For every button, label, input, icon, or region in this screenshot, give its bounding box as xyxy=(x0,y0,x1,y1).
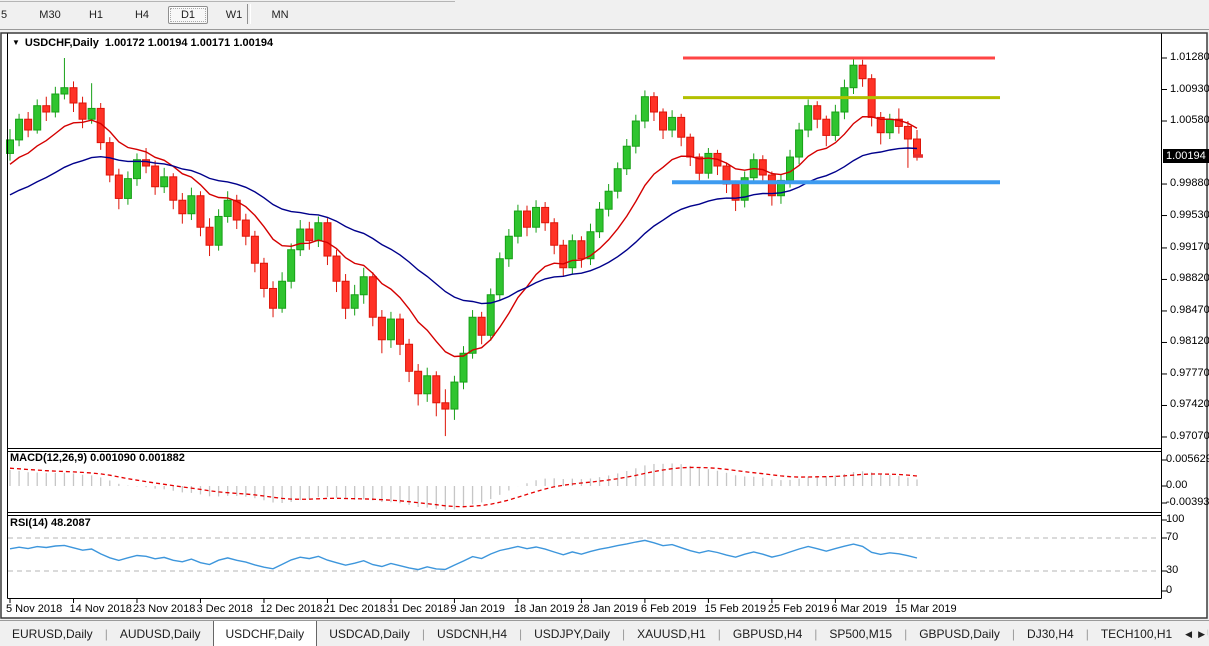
mt4-window: 5M30H1H4D1W1MN ▼USDCHF,Daily1.00172 1.00… xyxy=(0,0,1209,646)
macd-axis-label: 0.00 xyxy=(1166,479,1187,491)
rsi-pane-label: RSI(14) 48.2087 xyxy=(10,517,91,529)
tab-scroll-right-icon[interactable]: ▶ xyxy=(1198,629,1205,640)
chart-tab-eurusd-daily[interactable]: EURUSD,Daily xyxy=(0,621,105,646)
chart-tab-sp500-m15[interactable]: SP500,M15 xyxy=(817,621,904,646)
date-axis-label: 6 Feb 2019 xyxy=(641,603,697,615)
price-axis-label: 0.97420 xyxy=(1170,398,1209,410)
chart-tab-bar: EURUSD,Daily|AUDUSD,DailyUSDCHF,DailyUSD… xyxy=(0,620,1209,646)
date-axis-label: 18 Jan 2019 xyxy=(514,603,575,615)
date-axis-label: 3 Dec 2018 xyxy=(196,603,252,615)
chart-tab-tech100-h1[interactable]: TECH100,H1 xyxy=(1089,621,1184,646)
tab-scroll-left-icon[interactable]: ◀ xyxy=(1185,629,1192,640)
date-axis-label: 21 Dec 2018 xyxy=(323,603,385,615)
date-axis-label: 12 Dec 2018 xyxy=(260,603,322,615)
chart-tab-gbpusd-h4[interactable]: GBPUSD,H4 xyxy=(721,621,814,646)
rsi-axis-label: 100 xyxy=(1166,513,1184,525)
price-axis-label: 0.97070 xyxy=(1170,430,1209,442)
rsi-axis-label: 70 xyxy=(1166,531,1178,543)
macd-pane-label: MACD(12,26,9) 0.001090 0.001882 xyxy=(10,452,185,464)
chart-tab-usdcad-daily[interactable]: USDCAD,Daily xyxy=(317,621,422,646)
date-axis-label: 28 Jan 2019 xyxy=(577,603,638,615)
price-axis-label: 0.98470 xyxy=(1170,304,1209,316)
chart-title: ▼ USDCHF,Daily 1.00172 1.00194 1.00171 1.0… xyxy=(12,37,273,49)
price-axis-label: 0.98120 xyxy=(1170,335,1209,347)
chart-tab-xauusd-h1[interactable]: XAUUSD,H1 xyxy=(625,621,718,646)
date-axis-label: 14 Nov 2018 xyxy=(69,603,131,615)
price-axis-label: 0.99880 xyxy=(1170,177,1209,189)
chart-title-symbol: USDCHF,Daily xyxy=(25,37,99,49)
chart-title-quote: 1.00172 1.00194 1.00171 1.00194 xyxy=(105,37,273,49)
price-axis-label: 0.97770 xyxy=(1170,367,1209,379)
date-axis-label: 9 Jan 2019 xyxy=(450,603,504,615)
chart-tab-gbpusd-daily[interactable]: GBPUSD,Daily xyxy=(907,621,1012,646)
price-axis-label: 0.99170 xyxy=(1170,241,1209,253)
date-axis-label: 25 Feb 2019 xyxy=(768,603,830,615)
price-axis-label: 1.00930 xyxy=(1170,83,1209,95)
chart-tab-dj30-h4[interactable]: DJ30,H4 xyxy=(1015,621,1086,646)
current-price-box: 1.00194 xyxy=(1163,149,1209,163)
rsi-axis-label: 0 xyxy=(1166,584,1172,596)
price-axis-label: 1.01280 xyxy=(1170,51,1209,63)
chart-canvas[interactable] xyxy=(0,0,1209,646)
chart-tab-usdjpy-daily[interactable]: USDJPY,Daily xyxy=(522,621,622,646)
rsi-axis-label: 30 xyxy=(1166,564,1178,576)
macd-axis-label: -0.003933 xyxy=(1166,496,1209,508)
rsi-indicator-name: RSI(14) xyxy=(10,517,48,529)
date-axis-label: 6 Mar 2019 xyxy=(831,603,887,615)
date-axis-label: 15 Feb 2019 xyxy=(704,603,766,615)
date-axis-label: 5 Nov 2018 xyxy=(6,603,62,615)
date-axis-label: 15 Mar 2019 xyxy=(895,603,957,615)
macd-indicator-name: MACD(12,26,9) xyxy=(10,452,87,464)
chart-tab-audusd-daily[interactable]: AUDUSD,Daily xyxy=(108,621,213,646)
macd-indicator-values: 0.001090 0.001882 xyxy=(90,452,185,464)
symbol-dropdown-icon[interactable]: ▼ xyxy=(12,38,20,47)
price-axis-label: 0.98820 xyxy=(1170,272,1209,284)
price-axis-label: 0.99530 xyxy=(1170,209,1209,221)
rsi-indicator-value: 48.2087 xyxy=(51,517,91,529)
macd-axis-label: 0.005629 xyxy=(1166,453,1209,465)
chart-tab-usdcnh-h4[interactable]: USDCNH,H4 xyxy=(425,621,519,646)
chart-tab-usdchf-daily[interactable]: USDCHF,Daily xyxy=(213,620,318,646)
date-axis-label: 23 Nov 2018 xyxy=(133,603,195,615)
price-axis-label: 1.00580 xyxy=(1170,114,1209,126)
date-axis-label: 31 Dec 2018 xyxy=(387,603,449,615)
